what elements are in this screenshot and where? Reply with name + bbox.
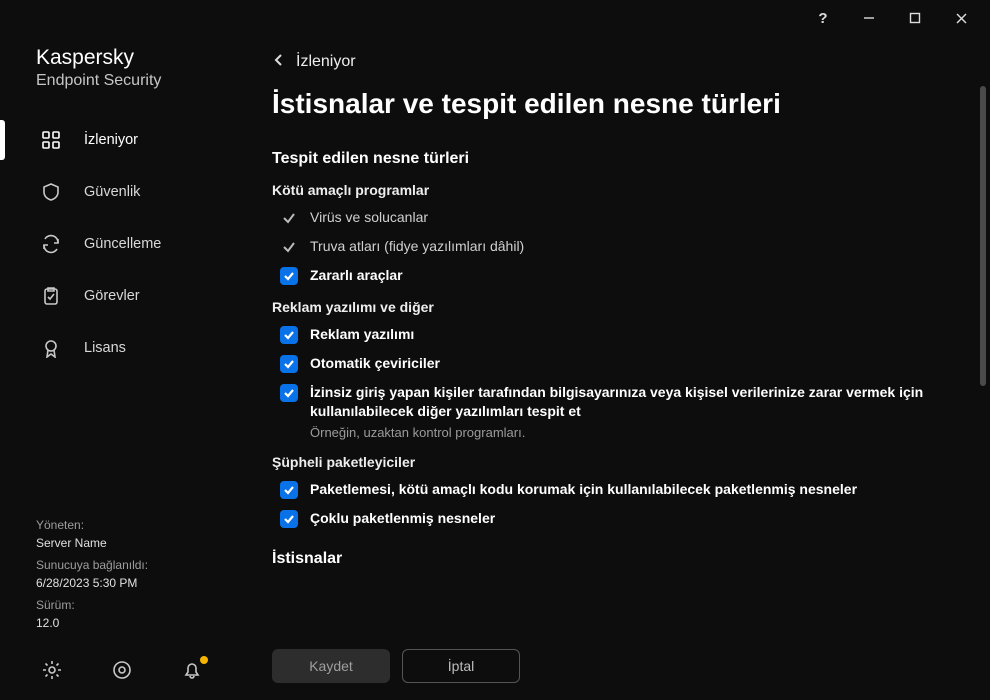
save-button[interactable]: Kaydet [272, 649, 390, 683]
nav-item-monitor[interactable]: İzleniyor [0, 114, 248, 166]
close-button[interactable] [940, 3, 982, 33]
brand-name: Kaspersky [36, 46, 248, 70]
item-packers2-label: Çoklu paketlenmiş nesneler [310, 509, 495, 528]
minimize-button[interactable] [848, 3, 890, 33]
checkbox-checked-icon[interactable] [280, 267, 298, 285]
managed-by-value: Server Name [36, 534, 248, 552]
chevron-left-icon [272, 53, 286, 67]
notifications-button[interactable] [180, 658, 204, 682]
item-adware-label: Reklam yazılımı [310, 325, 414, 344]
item-legit-text: İzinsiz giriş yapan kişiler tarafından b… [310, 383, 950, 440]
nav-item-update[interactable]: Güncelleme [0, 218, 248, 270]
nav-item-license[interactable]: Lisans [0, 322, 248, 374]
breadcrumb-parent[interactable]: İzleniyor [296, 53, 356, 71]
item-legit-label: İzinsiz giriş yapan kişiler tarafından b… [310, 383, 950, 421]
managed-by-label: Yöneten: [36, 516, 248, 534]
version-value: 12.0 [36, 614, 248, 632]
back-button[interactable] [272, 53, 286, 72]
bottom-icons [0, 646, 248, 700]
nav-item-security[interactable]: Güvenlik [0, 166, 248, 218]
lock-check-icon [280, 209, 298, 227]
item-maltools-label: Zararlı araçlar [310, 266, 403, 285]
nav-label-update: Güncelleme [84, 236, 161, 252]
item-dialers[interactable]: Otomatik çeviriciler [280, 354, 950, 373]
nav-label-security: Güvenlik [84, 184, 140, 200]
cancel-button[interactable]: İptal [402, 649, 520, 683]
help-icon: ? [818, 10, 827, 27]
monitor-icon [40, 130, 62, 150]
scrollbar[interactable] [980, 86, 986, 516]
notification-badge [200, 656, 208, 664]
item-dialers-label: Otomatik çeviriciler [310, 354, 440, 373]
minimize-icon [863, 12, 875, 24]
checkbox-checked-icon[interactable] [280, 384, 298, 402]
lock-check-icon [280, 238, 298, 256]
brand-subtitle: Endpoint Security [36, 72, 248, 90]
support-icon [112, 660, 132, 680]
brand: Kaspersky Endpoint Security [0, 46, 248, 114]
main: İzleniyor İstisnalar ve tespit edilen ne… [248, 36, 990, 700]
nav: İzleniyor Güvenlik Güncelleme Görevler L… [0, 114, 248, 374]
item-packers1[interactable]: Paketlemesi, kötü amaçlı kodu korumak iç… [280, 480, 950, 499]
checkbox-checked-icon[interactable] [280, 355, 298, 373]
shield-icon [40, 182, 62, 202]
clipboard-icon [40, 286, 62, 306]
group-adware: Reklam yazılımı ve diğer [272, 299, 950, 315]
nav-label-tasks: Görevler [84, 288, 140, 304]
item-packers1-label: Paketlemesi, kötü amaçlı kodu korumak iç… [310, 480, 857, 499]
bell-icon [182, 660, 202, 680]
item-trojans: Truva atları (fidye yazılımları dâhil) [280, 237, 950, 256]
help-button[interactable]: ? [802, 3, 844, 33]
sidebar-info: Yöneten: Server Name Sunucuya bağlanıldı… [0, 516, 248, 646]
item-legit[interactable]: İzinsiz giriş yapan kişiler tarafından b… [280, 383, 950, 440]
section-exclusions: İstisnalar [272, 550, 950, 568]
sidebar: Kaspersky Endpoint Security İzleniyor Gü… [0, 36, 248, 700]
section-detected-types: Tespit edilen nesne türleri [272, 150, 950, 168]
refresh-icon [40, 234, 62, 254]
scrollbar-thumb[interactable] [980, 86, 986, 386]
support-button[interactable] [110, 658, 134, 682]
maximize-icon [909, 12, 921, 24]
item-viruses: Virüs ve solucanlar [280, 208, 950, 227]
footer: Kaydet İptal [248, 632, 990, 700]
maximize-button[interactable] [894, 3, 936, 33]
checkbox-checked-icon[interactable] [280, 481, 298, 499]
award-icon [40, 338, 62, 358]
gear-icon [42, 660, 62, 680]
item-trojans-label: Truva atları (fidye yazılımları dâhil) [310, 237, 524, 256]
close-icon [955, 12, 968, 25]
group-packers: Şüpheli paketleyiciler [272, 454, 950, 470]
group-malware: Kötü amaçlı programlar [272, 182, 950, 198]
item-packers2[interactable]: Çoklu paketlenmiş nesneler [280, 509, 950, 528]
nav-label-license: Lisans [84, 340, 126, 356]
breadcrumb: İzleniyor [248, 36, 990, 76]
settings-button[interactable] [40, 658, 64, 682]
titlebar: ? [0, 0, 990, 36]
item-viruses-label: Virüs ve solucanlar [310, 208, 428, 227]
page-title: İstisnalar ve tespit edilen nesne türler… [248, 76, 990, 138]
nav-item-tasks[interactable]: Görevler [0, 270, 248, 322]
checkbox-checked-icon[interactable] [280, 326, 298, 344]
connected-label: Sunucuya bağlanıldı: [36, 556, 248, 574]
version-label: Sürüm: [36, 596, 248, 614]
item-maltools[interactable]: Zararlı araçlar [280, 266, 950, 285]
content-scroll[interactable]: Tespit edilen nesne türleri Kötü amaçlı … [248, 138, 990, 632]
connected-value: 6/28/2023 5:30 PM [36, 574, 248, 592]
item-legit-sub: Örneğin, uzaktan kontrol programları. [310, 425, 950, 440]
checkbox-checked-icon[interactable] [280, 510, 298, 528]
item-adware[interactable]: Reklam yazılımı [280, 325, 950, 344]
nav-label-monitor: İzleniyor [84, 132, 138, 148]
